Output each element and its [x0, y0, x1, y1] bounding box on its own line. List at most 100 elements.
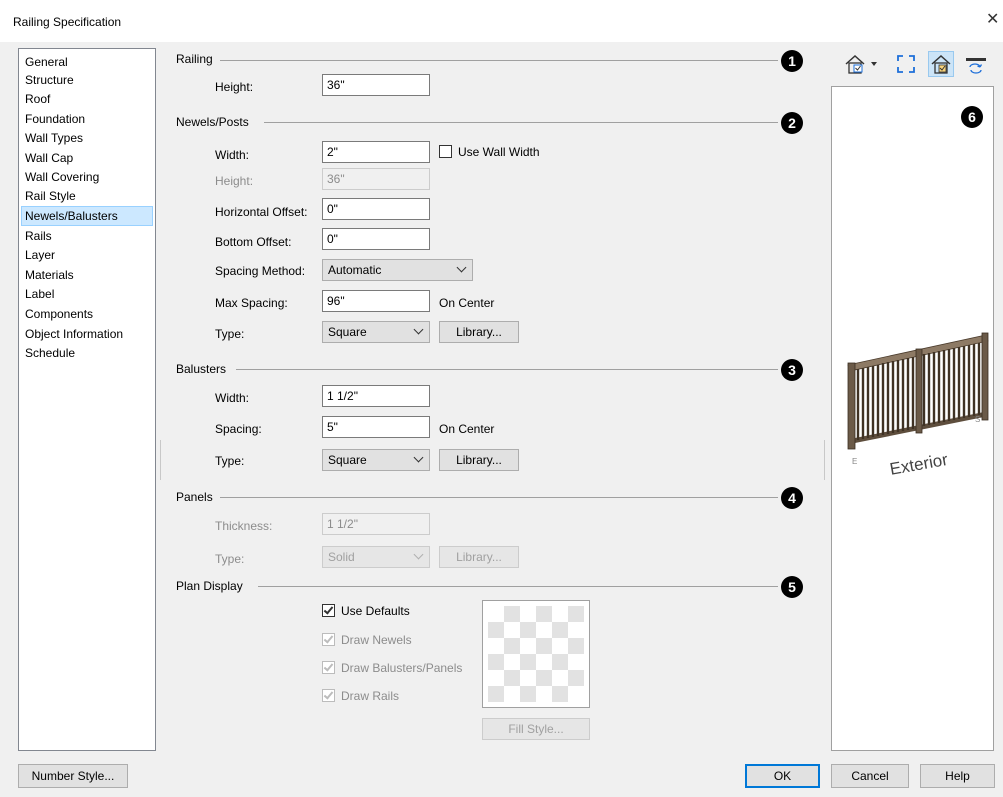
panel-type-value: Solid — [328, 550, 355, 564]
panel-library-button: Library... — [439, 546, 519, 568]
draw-newels-label: Draw Newels — [341, 633, 412, 647]
callout-badge-2: 2 — [781, 112, 803, 134]
use-wall-width-label: Use Wall Width — [458, 145, 540, 159]
baluster-type-label: Type: — [215, 454, 245, 468]
baluster-type-value: Square — [328, 453, 367, 467]
sidebar-item-foundation[interactable]: Foundation — [21, 109, 153, 129]
sidebar-item-roof[interactable]: Roof — [21, 89, 153, 109]
sidebar-item-wall-types[interactable]: Wall Types — [21, 128, 153, 148]
baluster-spacing-suffix: On Center — [439, 422, 495, 436]
panel-thickness-label: Thickness: — [215, 519, 273, 533]
toggle-view-icon[interactable] — [964, 52, 988, 76]
panel-thickness-input: 1 1/2" — [322, 513, 430, 535]
fill-pattern-preview — [488, 606, 584, 702]
baluster-type-select[interactable]: Square — [322, 449, 430, 471]
use-defaults-checkbox[interactable] — [322, 604, 335, 617]
checkmark-icon — [323, 604, 334, 615]
sidebar-item-schedule[interactable]: Schedule — [21, 343, 153, 363]
max-spacing-suffix: On Center — [439, 296, 495, 310]
callout-badge-4: 4 — [781, 487, 803, 509]
section-divider — [258, 586, 778, 587]
baluster-width-input[interactable]: 1 1/2" — [322, 385, 430, 407]
horizontal-offset-input[interactable]: 0" — [322, 198, 430, 220]
section-title-panels: Panels — [176, 490, 213, 504]
cancel-button[interactable]: Cancel — [831, 764, 909, 788]
callout-badge-5: 5 — [781, 576, 803, 598]
sidebar-item-newels-balusters[interactable]: Newels/Balusters — [21, 206, 153, 226]
horizontal-offset-label: Horizontal Offset: — [215, 205, 308, 219]
callout-badge-1: 1 — [781, 50, 803, 72]
fill-style-button: Fill Style... — [482, 718, 590, 740]
sidebar-item-label[interactable]: Label — [21, 284, 153, 304]
checkmark-icon — [323, 689, 334, 700]
sidebar-item-rail-style[interactable]: Rail Style — [21, 186, 153, 206]
chevron-down-icon — [413, 452, 424, 463]
newel-library-button[interactable]: Library... — [439, 321, 519, 343]
chevron-down-icon — [413, 324, 424, 335]
railing-height-input[interactable]: 36" — [322, 74, 430, 96]
newel-height-input: 36" — [322, 168, 430, 190]
newel-type-label: Type: — [215, 327, 245, 341]
newel-type-select[interactable]: Square — [322, 321, 430, 343]
callout-badge-3: 3 — [781, 359, 803, 381]
show-all-icon[interactable] — [928, 51, 954, 77]
max-spacing-label: Max Spacing: — [215, 296, 288, 310]
close-icon[interactable]: ✕ — [986, 12, 999, 28]
preview-mark-s: S — [975, 415, 981, 424]
spacing-method-value: Automatic — [328, 263, 382, 277]
sidebar-item-object-information[interactable]: Object Information — [21, 324, 153, 344]
draw-rails-checkbox — [322, 689, 335, 702]
newel-width-label: Width: — [215, 148, 250, 162]
draw-rails-label: Draw Rails — [341, 689, 400, 703]
use-wall-width-checkbox[interactable] — [439, 145, 452, 158]
ok-button[interactable]: OK — [745, 764, 820, 788]
callout-badge-6: 6 — [961, 106, 983, 128]
section-divider — [220, 60, 778, 61]
sidebar-item-rails[interactable]: Rails — [21, 226, 153, 246]
number-style-button[interactable]: Number Style... — [18, 764, 128, 788]
spacing-method-select[interactable]: Automatic — [322, 259, 473, 281]
railing-height-label: Height: — [215, 80, 254, 94]
fit-window-icon[interactable] — [894, 52, 918, 76]
use-defaults-label: Use Defaults — [341, 604, 410, 618]
help-button[interactable]: Help — [920, 764, 995, 788]
preview-pane[interactable]: 6 Exterior E S — [831, 86, 994, 751]
sidebar-item-layer[interactable]: Layer — [21, 245, 153, 265]
sidebar-item-wall-covering[interactable]: Wall Covering — [21, 167, 153, 187]
newel-type-value: Square — [328, 325, 367, 339]
max-spacing-input[interactable]: 96" — [322, 290, 430, 312]
draw-balusters-label: Draw Balusters/Panels — [341, 661, 463, 675]
left-splitter[interactable] — [160, 440, 161, 480]
right-splitter[interactable] — [824, 440, 825, 480]
bottom-offset-input[interactable]: 0" — [322, 228, 430, 250]
section-title-railing: Railing — [176, 52, 213, 66]
section-divider — [236, 369, 778, 370]
baluster-spacing-input[interactable]: 5" — [322, 416, 430, 438]
sidebar-item-structure[interactable]: Structure — [21, 70, 153, 90]
baluster-spacing-label: Spacing: — [215, 422, 262, 436]
title-bar: Railing Specification ✕ — [0, 0, 1003, 42]
draw-balusters-checkbox — [322, 661, 335, 674]
checkmark-icon — [323, 633, 334, 644]
panel-type-select: Solid — [322, 546, 430, 568]
baluster-library-button[interactable]: Library... — [439, 449, 519, 471]
newel-height-label: Height: — [215, 174, 254, 188]
window-title: Railing Specification — [13, 15, 122, 29]
spacing-method-label: Spacing Method: — [215, 264, 306, 278]
newel-width-input[interactable]: 2" — [322, 141, 430, 163]
sidebar-item-general[interactable]: General — [21, 52, 153, 72]
section-divider — [264, 122, 778, 123]
preview-mark-e: E — [852, 457, 858, 466]
sidebar-item-components[interactable]: Components — [21, 304, 153, 324]
checkmark-icon — [323, 661, 334, 672]
section-title-plan-display: Plan Display — [176, 579, 243, 593]
sidebar-item-wall-cap[interactable]: Wall Cap — [21, 148, 153, 168]
sidebar-item-materials[interactable]: Materials — [21, 265, 153, 285]
chevron-down-icon — [456, 262, 467, 273]
sidebar-panel-list: General Structure Roof Foundation Wall T… — [18, 48, 156, 751]
section-title-balusters: Balusters — [176, 362, 227, 376]
section-divider — [220, 497, 778, 498]
section-title-newels-posts: Newels/Posts — [176, 115, 249, 129]
fill-style-swatch — [482, 600, 590, 708]
house-view-dropdown-icon[interactable] — [843, 52, 883, 76]
